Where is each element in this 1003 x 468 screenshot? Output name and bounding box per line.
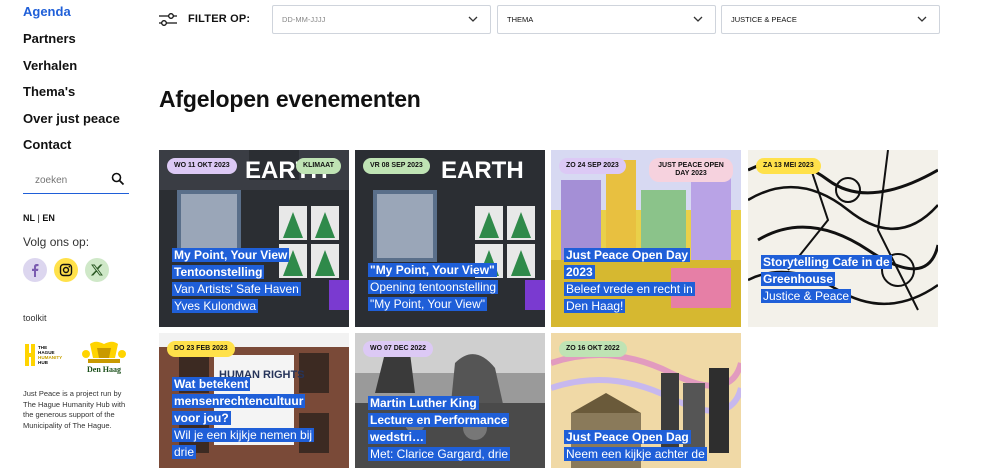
search-input[interactable] — [23, 168, 103, 192]
date-badge: VR 08 SEP 2023 — [363, 158, 430, 174]
search-box — [23, 168, 129, 194]
card-title: My Point, Your View — [172, 248, 290, 262]
filter-sliders-icon — [159, 13, 177, 26]
event-card[interactable]: EARTH WO 11 OKT 2023 KLIMAAT My Point, Y… — [159, 150, 349, 327]
card-text: "My Point, Your View" Opening tentoonste… — [368, 262, 535, 313]
x-twitter-icon[interactable] — [85, 258, 109, 282]
card-title: Lecture en Performance — [368, 413, 510, 427]
date-badge: DO 23 FEB 2023 — [167, 341, 235, 357]
search-icon[interactable] — [111, 172, 125, 186]
card-subtitle: "My Point, Your View" — [368, 297, 488, 311]
den-haag-logo: Den Haag — [82, 341, 126, 374]
date-filter-value: DD-MM-JJJJ — [282, 15, 326, 24]
hub-logo-line-4: HUB — [38, 360, 49, 365]
card-title: Storytelling Cafe in de — [761, 255, 892, 269]
nav-themas[interactable]: Thema's — [23, 84, 75, 99]
card-text: My Point, Your View Tentoonstelling Van … — [172, 247, 339, 315]
chevron-down-icon — [917, 16, 927, 22]
den-haag-logo-text: Den Haag — [87, 365, 121, 374]
event-card[interactable]: EARTH VR 08 SEP 2023 "My Point, Your Vie… — [355, 150, 545, 327]
date-badge: WO 11 OKT 2023 — [167, 158, 237, 174]
card-title: Wat betekent — [172, 377, 251, 391]
sidebar: Agenda Partners Verhalen Thema's Over ju… — [0, 0, 140, 468]
date-badge: ZO 16 OKT 2022 — [559, 341, 627, 357]
card-text: Storytelling Cafe in de Greenhouse Justi… — [761, 254, 928, 305]
date-badge: ZO 24 SEP 2023 — [559, 158, 626, 174]
filter-label: FILTER OP: — [188, 13, 251, 25]
card-title: voor jou? — [172, 411, 231, 425]
date-badge: WO 07 DEC 2022 — [363, 341, 434, 357]
page-title: Afgelopen evenementen — [159, 86, 421, 112]
nav-partners[interactable]: Partners — [23, 31, 76, 46]
lang-nl[interactable]: NL — [23, 213, 35, 223]
nav-agenda[interactable]: Agenda — [23, 4, 71, 19]
category-filter-value: JUSTICE & PEACE — [731, 15, 797, 24]
nav-over-just-peace[interactable]: Over just peace — [23, 111, 120, 126]
card-title: wedstri… — [368, 430, 427, 444]
card-title: mensenrechtencultuur — [172, 394, 306, 408]
toolkit-link[interactable]: toolkit — [23, 313, 47, 323]
nav-contact[interactable]: Contact — [23, 137, 71, 152]
card-subtitle: Den Haag! — [564, 299, 626, 313]
lang-en[interactable]: EN — [42, 213, 55, 223]
card-title: 2023 — [564, 265, 595, 279]
card-text: Wat betekent mensenrechtencultuur voor j… — [172, 376, 339, 461]
card-text: Martin Luther King Lecture en Performanc… — [368, 395, 535, 463]
event-card[interactable]: ZA 13 MEI 2023 Storytelling Cafe in de G… — [748, 150, 938, 327]
event-card[interactable]: HUMAN RIGHTS DO 23 FEB 2023 Wat betekent… — [159, 333, 349, 468]
card-subtitle: Wil je een kijkje nemen bij — [172, 428, 315, 442]
date-filter-select[interactable]: DD-MM-JJJJ — [272, 5, 491, 34]
event-card[interactable]: ZO 24 SEP 2023 JUST PEACE OPEN DAY 2023 … — [551, 150, 741, 327]
card-title: Greenhouse — [761, 272, 836, 286]
card-subtitle: Beleef vrede en recht in — [564, 282, 695, 296]
card-subtitle: Van Artists' Safe Haven — [172, 282, 301, 296]
thema-filter-select[interactable]: THEMA — [497, 5, 716, 34]
theme-badge: KLIMAAT — [296, 158, 341, 174]
nav-verhalen[interactable]: Verhalen — [23, 58, 77, 73]
card-art-text: EARTH — [441, 157, 524, 184]
follow-label: Volg ons op: — [23, 235, 90, 249]
event-card[interactable]: ZO 16 OKT 2022 Just Peace Open Dag Neem … — [551, 333, 741, 468]
card-text: Just Peace Open Dag Neem een kijkje acht… — [564, 429, 731, 463]
card-subtitle: Neem een kijkje achter de — [564, 447, 707, 461]
card-title: "My Point, Your View" — [368, 263, 497, 277]
instagram-icon[interactable] — [54, 258, 78, 282]
card-subtitle: Yves Kulondwa — [172, 299, 259, 313]
thema-filter-value: THEMA — [507, 15, 534, 24]
card-title: Tentoonstelling — [172, 265, 265, 279]
language-switch: NL | EN — [23, 213, 55, 223]
chevron-down-icon — [693, 16, 703, 22]
project-footnote: Just Peace is a project run by The Hague… — [23, 389, 126, 430]
event-card[interactable]: WO 07 DEC 2022 Martin Luther King Lectur… — [355, 333, 545, 468]
card-title: Just Peace Open Dag — [564, 430, 691, 444]
card-subtitle: Met: Clarice Gargard, drie — [368, 447, 511, 461]
card-subtitle: drie — [172, 445, 197, 459]
card-title: Just Peace Open Day — [564, 248, 691, 262]
card-subtitle: Justice & Peace — [761, 289, 852, 303]
card-title: Martin Luther King — [368, 396, 479, 410]
card-text: Just Peace Open Day 2023 Beleef vrede en… — [564, 247, 731, 315]
date-badge: ZA 13 MEI 2023 — [756, 158, 821, 174]
facebook-icon[interactable] — [23, 258, 47, 282]
category-filter-select[interactable]: JUSTICE & PEACE — [721, 5, 940, 34]
card-subtitle: Opening tentoonstelling — [368, 280, 499, 294]
chevron-down-icon — [468, 16, 478, 22]
theme-badge: JUST PEACE OPEN DAY 2023 — [649, 158, 733, 182]
